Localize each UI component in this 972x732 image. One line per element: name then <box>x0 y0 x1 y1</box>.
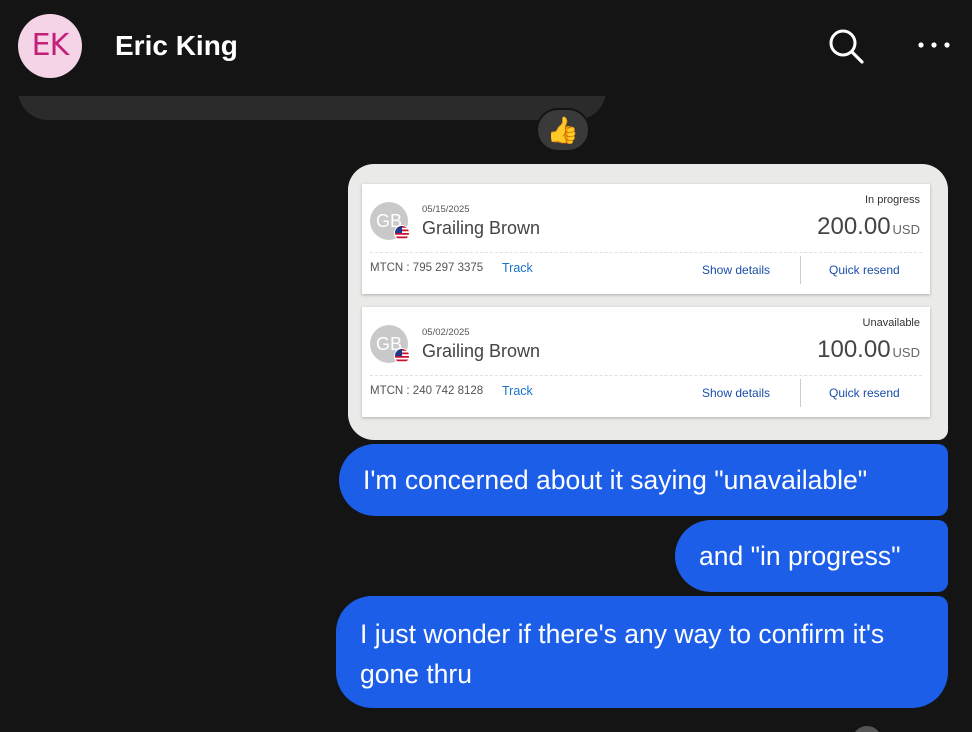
thumbs-up-icon: 👍 <box>546 115 580 145</box>
currency-label: USD <box>892 345 920 360</box>
recipient-name: Grailing Brown <box>422 341 541 361</box>
transaction-amount: 200.00 USD <box>817 213 920 241</box>
transaction-card: GB 05/15/2025 Grailing Brown In progress… <box>362 184 930 294</box>
divider <box>370 375 922 376</box>
transaction-card: GB 05/02/2025 Grailing Brown Unavailable… <box>362 307 930 417</box>
message-bubble[interactable]: and "in progress" <box>675 520 948 592</box>
transaction-date: 05/02/2025 <box>422 327 470 338</box>
quick-resend-link: Quick resend <box>829 386 900 400</box>
recipient-name: Grailing Brown <box>422 218 541 238</box>
transaction-status: Unavailable <box>862 317 920 329</box>
divider <box>800 379 801 407</box>
image-message[interactable]: GB 05/15/2025 Grailing Brown In progress… <box>348 164 948 440</box>
more-options-icon[interactable] <box>914 30 954 60</box>
transaction-status: In progress <box>864 194 920 206</box>
avatar[interactable]: EK <box>18 14 82 78</box>
us-flag-icon <box>394 225 410 241</box>
divider <box>800 256 801 284</box>
show-details-link: Show details <box>702 263 771 277</box>
amount-value: 200.00 <box>817 213 891 240</box>
seen-indicator-avatar <box>852 726 882 732</box>
amount-value: 100.00 <box>817 336 891 363</box>
search-icon[interactable] <box>826 26 866 66</box>
message-bubble[interactable]: I just wonder if there's any way to conf… <box>336 596 948 708</box>
transaction-amount: 100.00 USD <box>817 336 920 364</box>
us-flag-icon <box>394 348 410 364</box>
divider <box>370 252 922 253</box>
transaction-date: 05/15/2025 <box>422 204 470 215</box>
contact-name[interactable]: Eric King <box>115 30 238 62</box>
chat-header: EK Eric King <box>0 0 972 96</box>
mtcn-number: MTCN : 795 297 3375 <box>370 262 484 274</box>
thumbs-up-reaction[interactable]: 👍 <box>536 108 590 152</box>
currency-label: USD <box>892 222 920 237</box>
quick-resend-link: Quick resend <box>829 263 900 277</box>
show-details-link: Show details <box>702 386 771 400</box>
message-bubble[interactable]: I'm concerned about it saying "unavailab… <box>339 444 948 516</box>
track-link: Track <box>502 261 533 275</box>
track-link: Track <box>502 384 533 398</box>
mtcn-number: MTCN : 240 742 8128 <box>370 385 484 397</box>
